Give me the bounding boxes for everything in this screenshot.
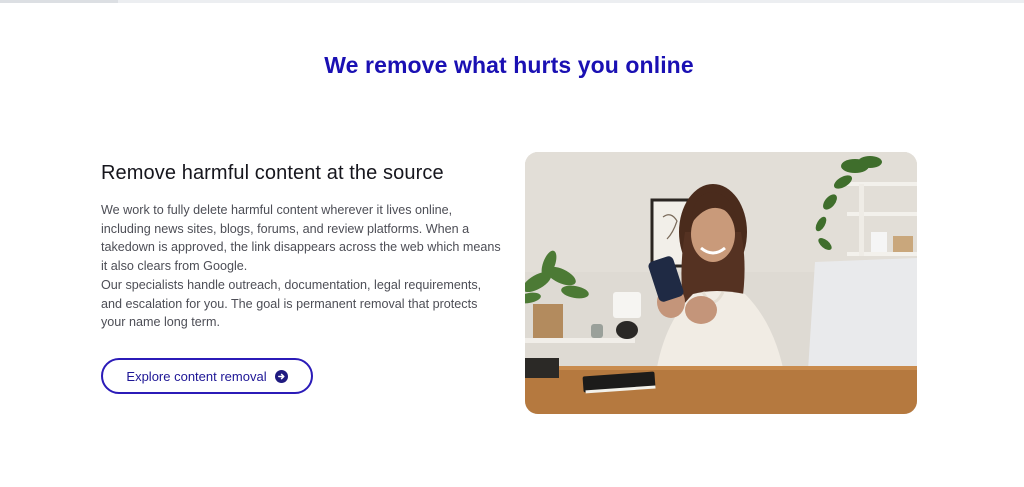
section-headline: We remove what hurts you online: [324, 52, 694, 78]
description-paragraph-1: We work to fully delete harmful content …: [101, 203, 501, 273]
top-progress-segment: [0, 0, 118, 3]
arrow-right-circle-icon: [274, 369, 288, 383]
cta-label: Explore content removal: [126, 368, 267, 384]
description-paragraph-2: Our specialists handle outreach, documen…: [101, 278, 482, 330]
content-subheading: Remove harmful content at the source: [101, 162, 444, 184]
explore-content-removal-button[interactable]: Explore content removal: [101, 358, 313, 394]
hero-image: [525, 152, 917, 414]
top-progress-bar: [0, 0, 1024, 3]
